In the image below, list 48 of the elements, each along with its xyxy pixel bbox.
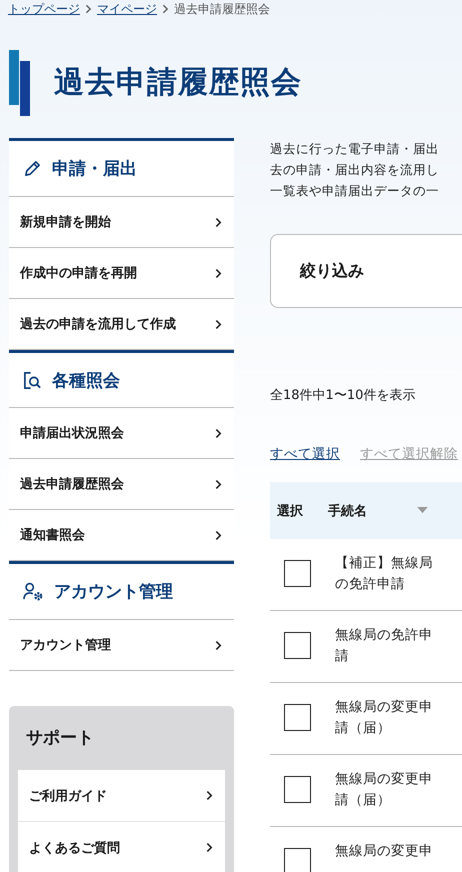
chevron-icon — [215, 530, 222, 540]
chevron-icon — [162, 4, 169, 14]
procedure-name: 無線局の変更申 — [335, 842, 434, 861]
row-checkbox[interactable] — [284, 704, 311, 731]
sidebar-item[interactable]: 申請届出状況照会 — [9, 408, 234, 459]
procedure-name: 【補正】無線局の免許申請 — [335, 554, 434, 594]
description-text: 過去に行った電子申請・届出 去の申請・届出内容を流用し 一覧表や申請届出データの一 — [270, 140, 440, 200]
section-heading: 各種照会 — [52, 370, 120, 392]
support-link[interactable]: よくあるご質問 — [18, 822, 225, 872]
filter-heading: 絞り込み — [300, 260, 364, 282]
row-checkbox[interactable] — [284, 848, 311, 872]
breadcrumb-current: 過去申請履歴照会 — [174, 0, 270, 18]
chevron-icon — [215, 268, 222, 278]
sidebar-item[interactable]: 過去申請履歴照会 — [9, 459, 234, 510]
user-gear-icon — [23, 582, 44, 601]
sidebar-item[interactable]: 新規申請を開始 — [9, 197, 234, 248]
chevron-icon — [215, 216, 222, 228]
title-bar-icon — [9, 50, 31, 116]
chevron-icon — [206, 842, 213, 853]
sort-icon — [417, 507, 428, 514]
document-search-icon — [23, 370, 42, 390]
procedure-name: 無線局の免許申請 — [335, 626, 434, 666]
procedure-name: 無線局の変更申請（届） — [335, 698, 434, 738]
row-checkbox[interactable] — [284, 776, 311, 803]
procedure-name: 無線局の変更申請（届） — [335, 770, 434, 810]
row-checkbox[interactable] — [284, 632, 311, 659]
support-heading: サポート — [25, 727, 95, 750]
chevron-icon — [215, 478, 222, 490]
select-link[interactable]: すべて選択 — [270, 445, 340, 463]
chevron-icon — [215, 428, 222, 438]
column-heading: 選択 — [277, 502, 303, 520]
row-checkbox[interactable] — [284, 560, 311, 587]
filter-panel[interactable]: 絞り込み — [270, 234, 462, 308]
chevron-icon — [85, 4, 92, 14]
sidebar-item[interactable]: 作成中の申請を再開 — [9, 248, 234, 299]
sortable-column-heading[interactable]: 手続名 — [328, 502, 428, 520]
result-count: 全18件中1〜10件を表示 — [270, 387, 416, 404]
sidebar-item[interactable]: アカウント管理 — [9, 620, 234, 671]
chevron-icon — [215, 318, 222, 330]
section-heading: アカウント管理 — [54, 581, 173, 603]
support-link[interactable]: ご利用ガイド — [18, 770, 225, 822]
chevron-icon — [206, 790, 213, 801]
chevron-icon — [215, 640, 222, 650]
breadcrumb-link[interactable]: マイページ — [97, 0, 157, 18]
pencil-icon — [23, 159, 42, 178]
section-heading: 申請・届出 — [52, 158, 137, 180]
breadcrumb-link[interactable]: トップページ — [8, 0, 80, 18]
page-title: 過去申請履歴照会 — [54, 64, 302, 102]
